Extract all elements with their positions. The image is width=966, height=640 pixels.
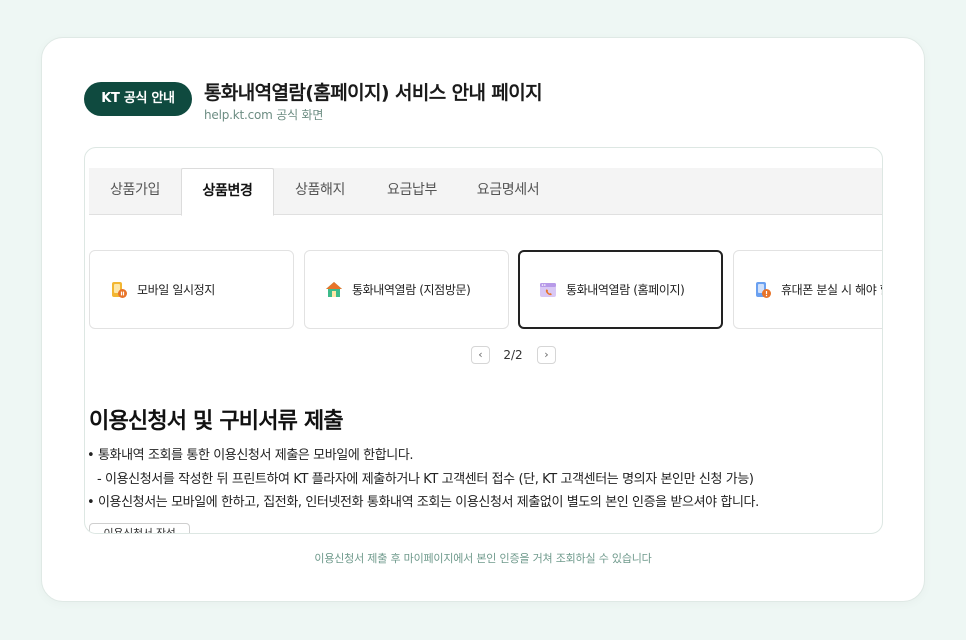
- tab-bill-payment[interactable]: 요금납부: [366, 168, 458, 215]
- service-label: 통화내역열람 (홈페이지): [566, 283, 685, 297]
- bullet-sub-item: - 이용신청서를 작성한 뒤 프린트하여 KT 플라자에 제출하거나 KT 고객…: [97, 472, 754, 487]
- official-badge: KT 공식 안내: [84, 82, 192, 116]
- browser-call-icon: [539, 281, 557, 299]
- service-card-mobile-pause[interactable]: 모바일 일시정지: [89, 250, 294, 329]
- tab-bar: 상품가입 상품변경 상품해지 요금납부 요금명세서: [89, 168, 882, 216]
- application-form-button[interactable]: 이용신청서 작성: [89, 523, 190, 533]
- mobile-pause-icon: [110, 281, 128, 299]
- chevron-left-icon: ‹: [478, 348, 483, 361]
- page-title: 통화내역열람(홈페이지) 서비스 안내 페이지: [204, 82, 543, 104]
- page-subtitle: help.kt.com 공식 화면: [204, 108, 324, 122]
- pager-indicator: 2/2: [503, 348, 523, 362]
- bullet-item: • 통화내역 조회를 통한 이용신청서 제출은 모바일에 한합니다.: [87, 448, 414, 463]
- footer-caption: 이용신청서 제출 후 마이페이지에서 본인 인증을 거쳐 조회하실 수 있습니다: [314, 552, 652, 565]
- bullet-item: • 이용신청서는 모바일에 한하고, 집전화, 인터넷전화 통화내역 조회는 이…: [87, 495, 759, 510]
- pager: ‹ 2/2 ›: [85, 346, 882, 364]
- service-card-phone-lost[interactable]: 휴대폰 분실 시 해야 할: [733, 250, 883, 329]
- outer-card: KT 공식 안내 통화내역열람(홈페이지) 서비스 안내 페이지 help.kt…: [41, 37, 925, 602]
- phone-lost-icon: [754, 281, 772, 299]
- tab-bill-statement[interactable]: 요금명세서: [458, 168, 558, 215]
- pager-next-button[interactable]: ›: [537, 346, 556, 364]
- screenshot-frame: 상품가입 상품변경 상품해지 요금납부 요금명세서 모바일 일시정지 통화내역열…: [84, 147, 883, 534]
- tab-product-change[interactable]: 상품변경: [181, 168, 274, 216]
- tab-product-cancel[interactable]: 상품해지: [274, 168, 366, 215]
- section-title: 이용신청서 및 구비서류 제출: [89, 409, 344, 434]
- service-label: 모바일 일시정지: [137, 283, 215, 297]
- tab-product-signup[interactable]: 상품가입: [89, 168, 181, 215]
- service-card-call-history-web[interactable]: 통화내역열람 (홈페이지): [518, 250, 723, 329]
- chevron-right-icon: ›: [544, 348, 549, 361]
- pager-prev-button[interactable]: ‹: [471, 346, 490, 364]
- service-label: 휴대폰 분실 시 해야 할: [781, 283, 883, 297]
- house-icon: [325, 281, 343, 299]
- service-label: 통화내역열람 (지점방문): [352, 283, 471, 297]
- service-card-call-history-visit[interactable]: 통화내역열람 (지점방문): [304, 250, 509, 329]
